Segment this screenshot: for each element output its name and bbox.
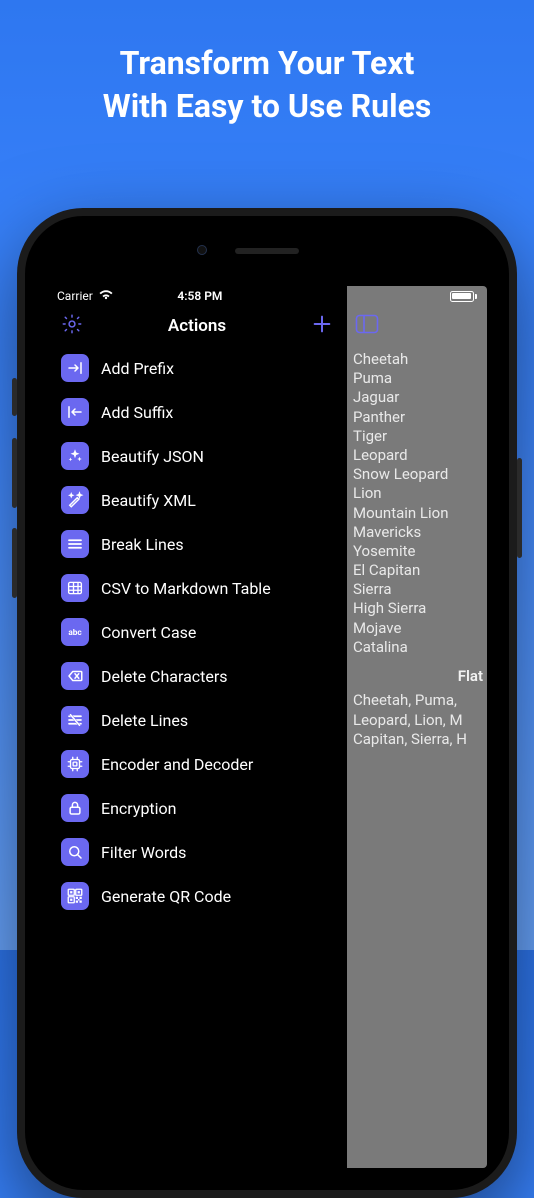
promo-title: Transform Your Text With Easy to Use Rul… [0, 0, 534, 128]
action-label: Filter Words [101, 843, 186, 862]
action-label: Delete Lines [101, 711, 188, 730]
gear-icon[interactable] [61, 313, 83, 339]
preview-line: El Capitan [353, 561, 481, 580]
action-label: CSV to Markdown Table [101, 579, 271, 598]
action-label: Convert Case [101, 623, 196, 642]
battery-icon [450, 291, 478, 302]
preview-line: Mojave [353, 619, 481, 638]
delete-back-icon [61, 662, 89, 690]
mute-switch [12, 378, 17, 416]
action-row-convert-case[interactable]: abc Convert Case [47, 610, 347, 654]
action-label: Delete Characters [101, 667, 228, 686]
promo-line-1: Transform Your Text [24, 42, 510, 85]
action-label: Generate QR Code [101, 887, 231, 906]
action-label: Break Lines [101, 535, 184, 554]
action-row-beautify-xml[interactable]: Beautify XML [47, 478, 347, 522]
lines-icon [61, 530, 89, 558]
abc-icon: abc [61, 618, 89, 646]
action-label: Add Prefix [101, 359, 174, 378]
carrier-label: Carrier [57, 289, 93, 303]
promo-line-2: With Easy to Use Rules [24, 85, 510, 128]
preview-line: Catalina [353, 638, 481, 657]
action-label: Encoder and Decoder [101, 755, 253, 774]
preview-line: Puma [353, 369, 481, 388]
actions-pane: Carrier 4:58 PM Actions [47, 286, 347, 1168]
action-row-encoder-decoder[interactable]: Encoder and Decoder [47, 742, 347, 786]
nav-title: Actions [168, 316, 226, 336]
preview-line: Lion [353, 484, 481, 503]
volume-up-button [12, 438, 17, 508]
plus-icon[interactable] [311, 313, 333, 339]
speaker-grille [235, 248, 299, 254]
action-label: Add Suffix [101, 403, 173, 422]
volume-down-button [12, 528, 17, 598]
preview-pane: CheetahPumaJaguarPantherTigerLeopardSnow… [347, 286, 487, 1168]
preview-line: Mountain Lion [353, 504, 481, 523]
action-label: Encryption [101, 799, 177, 818]
action-row-delete-lines[interactable]: Delete Lines [47, 698, 347, 742]
action-label: Beautify JSON [101, 447, 204, 466]
qr-icon [61, 882, 89, 910]
preview-lines: CheetahPumaJaguarPantherTigerLeopardSnow… [347, 346, 487, 657]
sidebar-toggle-icon[interactable] [355, 314, 379, 338]
action-row-encryption[interactable]: Encryption [47, 786, 347, 830]
status-time: 4:58 PM [177, 289, 222, 303]
preview-line: Leopard [353, 446, 481, 465]
preview-line: High Sierra [353, 599, 481, 618]
preview-nav [347, 306, 487, 346]
preview-line: Tiger [353, 427, 481, 446]
action-label: Beautify XML [101, 491, 196, 510]
preview-wrapped: Cheetah, Puma, Leopard, Lion, M Capitan,… [347, 691, 487, 750]
action-row-beautify-json[interactable]: Beautify JSON [47, 434, 347, 478]
preview-line: Panther [353, 408, 481, 427]
action-row-add-suffix[interactable]: Add Suffix [47, 390, 347, 434]
preview-line: Snow Leopard [353, 465, 481, 484]
preview-line: Cheetah [353, 350, 481, 369]
action-row-delete-chars[interactable]: Delete Characters [47, 654, 347, 698]
actions-list: Add Prefix Add Suffix Beautify JSON Beautif… [47, 346, 347, 1168]
lock-icon [61, 794, 89, 822]
action-row-qr[interactable]: Generate QR Code [47, 874, 347, 918]
arrow-in-left-icon [61, 398, 89, 426]
nav-bar: Actions [47, 306, 347, 346]
action-row-filter-words[interactable]: Filter Words [47, 830, 347, 874]
action-row-csv-md[interactable]: CSV to Markdown Table [47, 566, 347, 610]
lines-strike-icon [61, 706, 89, 734]
screen: Carrier 4:58 PM Actions [47, 286, 487, 1168]
preview-line: Yosemite [353, 542, 481, 561]
power-button [517, 458, 522, 558]
preview-line: Jaguar [353, 388, 481, 407]
status-bar-right [347, 286, 487, 306]
preview-divider-label: Flat [347, 667, 487, 685]
phone-frame: Carrier 4:58 PM Actions [17, 208, 517, 1198]
status-bar: Carrier 4:58 PM [47, 286, 347, 306]
table-icon [61, 574, 89, 602]
wand-icon [61, 486, 89, 514]
action-row-add-prefix[interactable]: Add Prefix [47, 346, 347, 390]
svg-text:abc: abc [68, 628, 82, 638]
search-doc-icon [61, 838, 89, 866]
chip-icon [61, 750, 89, 778]
preview-line: Mavericks [353, 523, 481, 542]
front-camera [197, 245, 207, 255]
preview-line: Sierra [353, 580, 481, 599]
sparkle-icon [61, 442, 89, 470]
arrow-in-right-icon [61, 354, 89, 382]
action-row-break-lines[interactable]: Break Lines [47, 522, 347, 566]
wifi-icon [99, 289, 113, 303]
